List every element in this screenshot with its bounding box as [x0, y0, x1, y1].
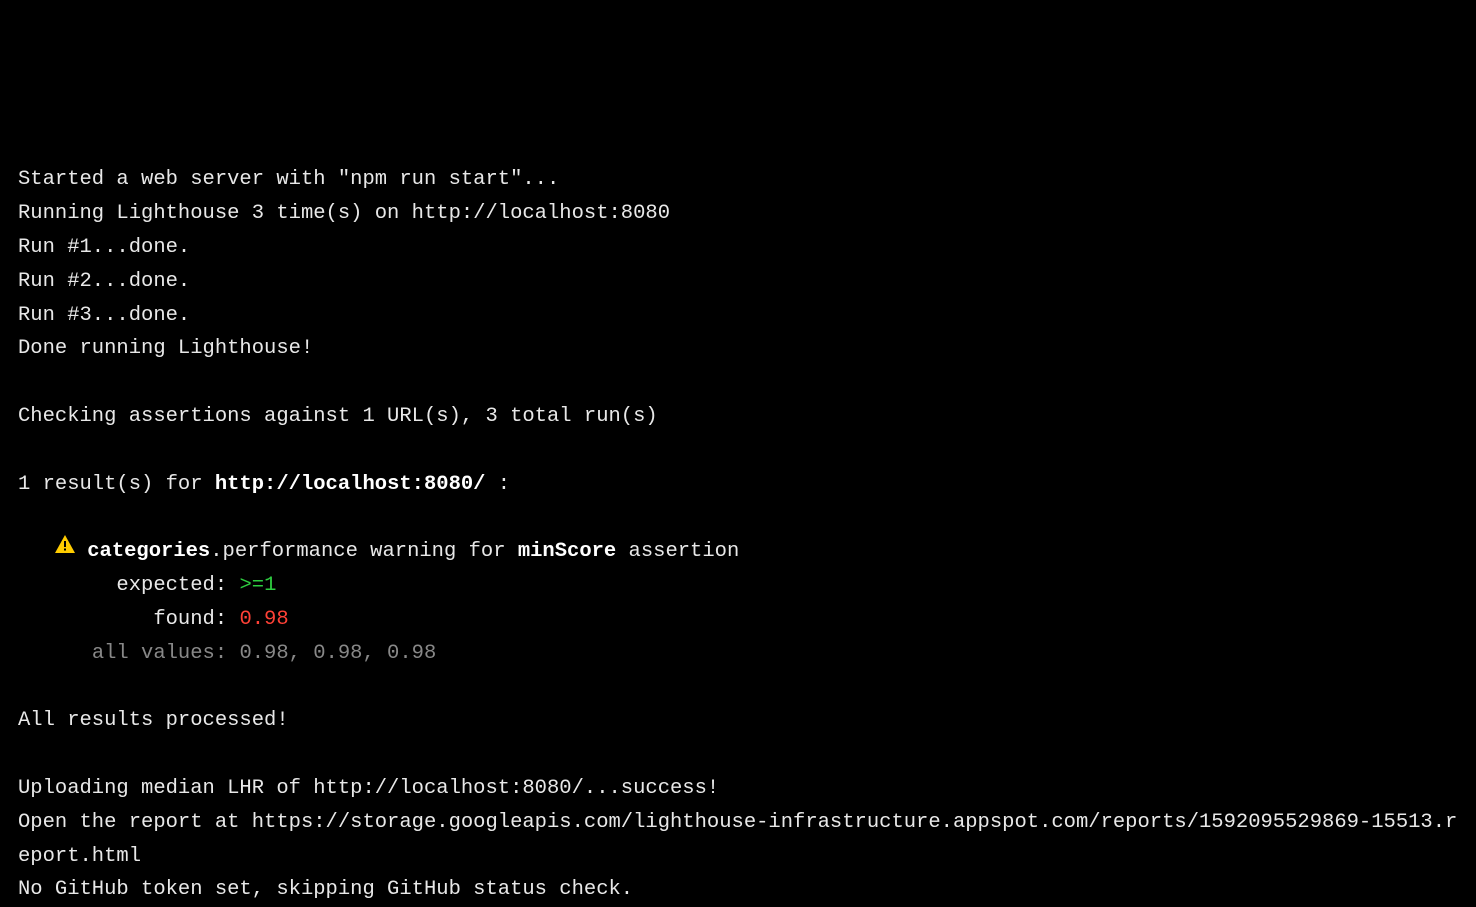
terminal-line: Started a web server with "npm run start…	[18, 168, 559, 191]
warning-category: categories	[87, 540, 210, 563]
terminal-line: Checking assertions against 1 URL(s), 3 …	[18, 405, 658, 428]
allvalues-values: 0.98, 0.98, 0.98	[239, 642, 436, 665]
results-heading-suffix: :	[486, 473, 511, 496]
terminal-line: Done running Lighthouse!	[18, 337, 313, 360]
expected-label: expected:	[18, 574, 239, 597]
expected-operator: >=	[239, 574, 264, 597]
warning-minscore: minScore	[518, 540, 616, 563]
warning-assertion-suffix: assertion	[616, 540, 739, 563]
results-url: http://localhost:8080/	[215, 473, 486, 496]
terminal-line: Run #2...done.	[18, 270, 190, 293]
terminal-line: Open the report at https://storage.googl…	[18, 811, 1457, 868]
found-value: 0.98	[239, 608, 288, 631]
warning-indent	[18, 535, 55, 569]
warning-performance-text: .performance warning for	[210, 540, 518, 563]
expected-value: 1	[264, 574, 276, 597]
terminal-line: All results processed!	[18, 709, 289, 732]
results-heading-prefix: 1 result(s) for	[18, 473, 215, 496]
terminal-line: No GitHub token set, skipping GitHub sta…	[18, 878, 633, 901]
terminal-line: Run #3...done.	[18, 304, 190, 327]
found-label: found:	[18, 608, 239, 631]
terminal-line: Running Lighthouse 3 time(s) on http://l…	[18, 202, 670, 225]
terminal-line: Uploading median LHR of http://localhost…	[18, 777, 719, 800]
terminal-line: Run #1...done.	[18, 236, 190, 259]
allvalues-label: all values:	[18, 642, 239, 665]
warning-icon	[55, 532, 75, 566]
